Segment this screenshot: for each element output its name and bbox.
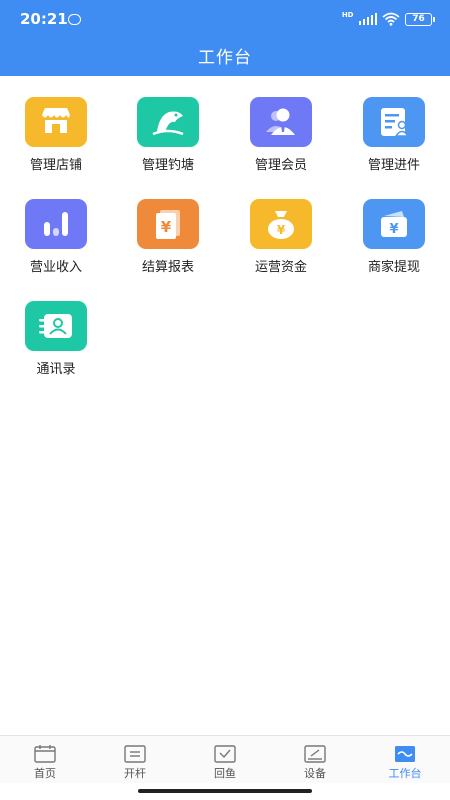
bar-chart-icon [25,199,87,249]
workbench-item-label: 通讯录 [36,362,76,377]
tab-return-fish[interactable]: 回鱼 [180,736,270,783]
bottom-tab-bar: 首页 开杆 回鱼 设备 工作台 [0,735,450,783]
tab-home[interactable]: 首页 [0,736,90,783]
device-icon [304,745,326,763]
workbench-item-contacts[interactable]: 通讯录 [0,301,112,383]
app-header: 20:21 HD 76 工作台 [0,0,450,76]
tab-devices[interactable]: 设备 [270,736,360,783]
page-title: 工作台 [198,48,252,68]
tab-workbench[interactable]: 工作台 [360,736,450,783]
workbench-item-manage-store[interactable]: 管理店铺 [0,97,112,179]
battery-indicator: 76 [405,12,435,26]
storefront-icon [25,97,87,147]
workbench-item-label: 管理店铺 [29,158,82,173]
status-indicators: HD 76 [341,10,435,26]
member-icon [250,97,312,147]
start-rod-icon [124,745,146,763]
wallet-withdraw-icon: ¥ [363,199,425,249]
workbench-item-label: 营业收入 [29,260,82,275]
app-notification-icon [68,14,81,25]
svg-text:¥: ¥ [389,222,398,237]
workbench-item-merchant-withdrawal[interactable]: ¥ 商家提现 [338,199,450,281]
money-bag-icon: ¥ [250,199,312,249]
network-type-label: HD [341,10,354,19]
svg-text:¥: ¥ [277,223,286,237]
svg-text:¥: ¥ [161,218,172,236]
workbench-item-manage-applications[interactable]: 管理进件 [338,97,450,179]
workbench-item-label: 管理进件 [367,158,420,173]
workbench-item-label: 运营资金 [254,260,307,275]
tab-label: 工作台 [388,767,422,780]
cellular-signal-icon [358,13,377,25]
workbench-item-label: 商家提现 [367,260,420,275]
workbench-item-business-income[interactable]: 营业收入 [0,199,112,281]
wifi-icon [382,12,400,26]
return-fish-icon [214,745,236,763]
workbench-item-label: 管理会员 [254,158,307,173]
workbench-item-label: 管理钓塘 [141,158,194,173]
workbench-item-manage-members[interactable]: 管理会员 [225,97,337,179]
contacts-icon [25,301,87,351]
application-form-icon [363,97,425,147]
settlement-report-icon: ¥ [137,199,199,249]
tab-label: 首页 [34,767,56,780]
tab-label: 开杆 [124,767,146,780]
workbench-item-label: 结算报表 [141,260,194,275]
status-bar: 20:21 HD 76 [0,0,450,36]
tab-label: 回鱼 [214,767,236,780]
workbench-item-manage-pond[interactable]: 管理钓塘 [112,97,224,179]
workbench-item-settlement-report[interactable]: ¥ 结算报表 [112,199,224,281]
workbench-item-operating-funds[interactable]: ¥ 运营资金 [225,199,337,281]
home-indicator[interactable] [138,789,312,793]
workbench-icon [395,746,415,762]
fish-pond-icon [137,97,199,147]
tab-start-rod[interactable]: 开杆 [90,736,180,783]
home-calendar-icon [34,745,56,763]
status-time: 20:21 [20,10,68,28]
tab-label: 设备 [304,767,326,780]
